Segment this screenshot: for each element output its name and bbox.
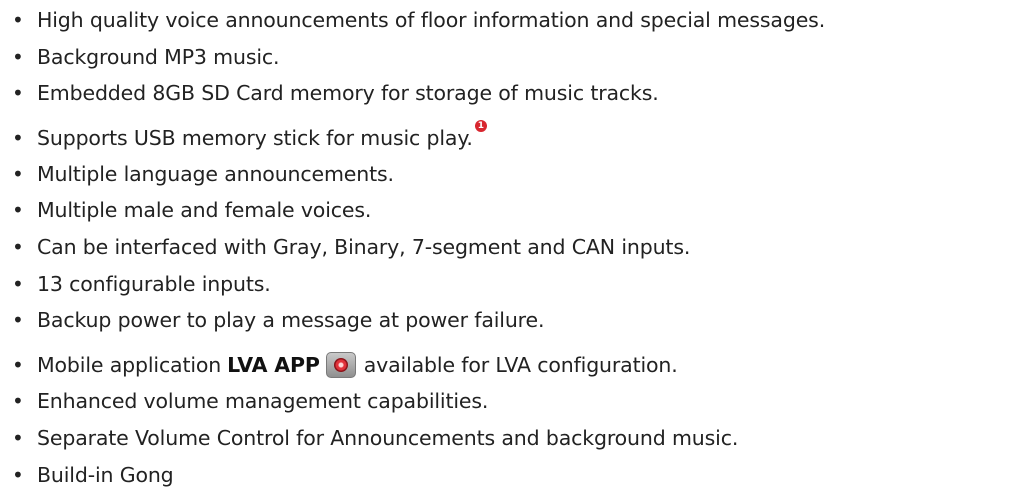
- bullet: •: [12, 426, 24, 450]
- list-item-text: Background MP3 music.: [37, 45, 280, 69]
- list-item: • High quality voice announcements of fl…: [12, 2, 825, 38]
- list-item-text: Enhanced volume management capabilities.: [37, 389, 489, 413]
- bullet: •: [12, 45, 24, 69]
- list-item-text: 13 configurable inputs.: [37, 272, 271, 296]
- list-item-mobile-app: • Mobile application LVA APP available f…: [12, 347, 678, 383]
- list-item-text: High quality voice announcements of floo…: [37, 8, 826, 32]
- bullet: •: [12, 126, 24, 150]
- bullet: •: [12, 235, 24, 259]
- bullet: •: [12, 162, 24, 186]
- lva-app-icon: [325, 352, 356, 378]
- app-name: LVA APP: [227, 353, 320, 377]
- list-item-text: Can be interfaced with Gray, Binary, 7-s…: [37, 235, 691, 259]
- list-item: • Supports USB memory stick for music pl…: [12, 120, 487, 156]
- bullet: •: [12, 463, 24, 487]
- list-item: • Background MP3 music.: [12, 39, 280, 75]
- list-item: • Backup power to play a message at powe…: [12, 302, 544, 338]
- bullet: •: [12, 308, 24, 332]
- list-item: • 13 configurable inputs.: [12, 266, 271, 302]
- list-item-text: Multiple language announcements.: [37, 162, 394, 186]
- feature-list: • High quality voice announcements of fl…: [0, 0, 1009, 497]
- list-item: • Build-in Gong: [12, 457, 174, 493]
- list-item: • Can be interfaced with Gray, Binary, 7…: [12, 229, 690, 265]
- list-item-text: Mobile application: [37, 353, 222, 377]
- list-item: • Multiple male and female voices.: [12, 192, 371, 228]
- bullet: •: [12, 272, 24, 296]
- list-item: • Embedded 8GB SD Card memory for storag…: [12, 75, 659, 111]
- footnote-marker-icon: 1: [474, 120, 487, 132]
- list-item-text: Multiple male and female voices.: [37, 198, 372, 222]
- list-item-text: available for LVA configuration.: [363, 353, 678, 377]
- bullet: •: [12, 198, 24, 222]
- list-item: • Separate Volume Control for Announceme…: [12, 420, 738, 456]
- list-item-text: Build-in Gong: [37, 463, 174, 487]
- list-item-text: Separate Volume Control for Announcement…: [37, 426, 739, 450]
- list-item-text: Supports USB memory stick for music play…: [37, 126, 473, 150]
- list-item: • Enhanced volume management capabilitie…: [12, 383, 488, 419]
- list-item-text: Embedded 8GB SD Card memory for storage …: [37, 81, 659, 105]
- bullet: •: [12, 81, 24, 105]
- list-item-text: Backup power to play a message at power …: [37, 308, 545, 332]
- bullet: •: [12, 389, 24, 413]
- list-item: • Multiple language announcements.: [12, 156, 394, 192]
- bullet: •: [12, 353, 24, 377]
- bullet: •: [12, 8, 24, 32]
